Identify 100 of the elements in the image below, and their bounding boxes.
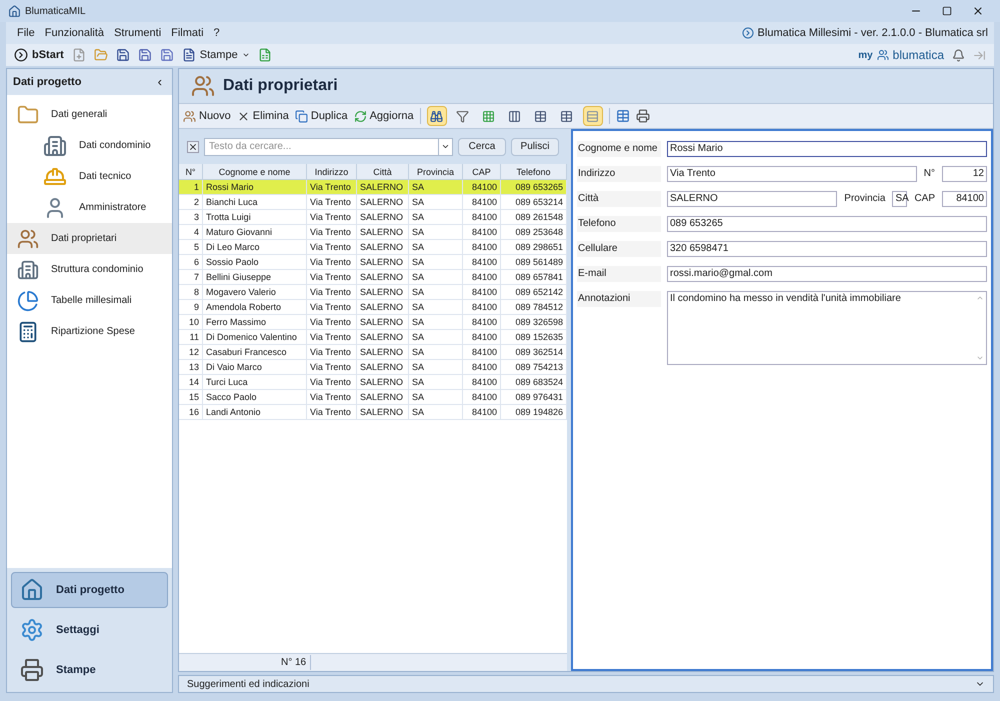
clear-icon[interactable]	[187, 140, 199, 152]
table-cell: 84100	[463, 300, 501, 314]
table-row[interactable]: 6 Sossio Paolo Via Trento SALERNO SA 84100 089 561489	[179, 255, 567, 270]
sidebar-item[interactable]: Dati tecnico	[7, 161, 172, 192]
maximize-icon[interactable]	[942, 6, 952, 16]
toolbar-button[interactable]: Duplica	[294, 108, 348, 124]
input-field[interactable]: rossi.mario@gmal.com	[667, 266, 987, 282]
cross-icon	[236, 110, 250, 122]
menu-item[interactable]: Strumenti	[109, 24, 166, 42]
table-cell: 3	[179, 210, 203, 224]
field-label: Città	[577, 191, 661, 207]
table-cell: 13	[179, 360, 203, 374]
sidebar-item[interactable]: Ripartizione Spese	[7, 316, 172, 347]
table-row[interactable]: 4 Maturo Giovanni Via Trento SALERNO SA 84100 089 253648	[179, 225, 567, 240]
input-field[interactable]: SA	[892, 191, 908, 207]
toolbar-button[interactable]: Nuovo	[183, 108, 231, 124]
toggle-button[interactable]	[426, 106, 447, 126]
table-row[interactable]: 9 Amendola Roberto Via Trento SALERNO SA 84100 089 784512	[179, 300, 567, 315]
input-field[interactable]: SALERNO	[667, 191, 838, 207]
close-icon[interactable]	[972, 5, 984, 17]
table-cell: Via Trento	[307, 180, 357, 194]
search-button[interactable]: Cerca	[458, 138, 506, 156]
table-cell: SA	[409, 405, 463, 419]
toolbar-button[interactable]: Aggiorna	[354, 108, 414, 124]
menu-item[interactable]: Filmati	[166, 24, 209, 42]
table-cell: 84100	[463, 375, 501, 389]
table-row[interactable]: 2 Bianchi Luca Via Trento SALERNO SA 84100 089 653214	[179, 195, 567, 210]
input-field[interactable]: 12	[942, 166, 987, 182]
table-cell: Via Trento	[307, 345, 357, 359]
table-row[interactable]: 12 Casaburi Francesco Via Trento SALERNO SA 84100 089 362514	[179, 345, 567, 360]
table-cell: 84100	[463, 180, 501, 194]
table-row[interactable]: 3 Trotta Luigi Via Trento SALERNO SA 84100 089 261548	[179, 210, 567, 225]
sidebar-item[interactable]: Dati proprietari	[7, 223, 172, 254]
table-cell: 089 362514	[501, 345, 567, 359]
table-cell: Rossi Mario	[203, 180, 307, 194]
sidebar-item[interactable]: Struttura condominio	[7, 254, 172, 285]
settings-icon	[20, 618, 44, 642]
column-header[interactable]: CAP	[463, 164, 501, 179]
toggle-button[interactable]	[582, 106, 603, 126]
table-row[interactable]: 15 Sacco Paolo Via Trento SALERNO SA 84100 089 976431	[179, 390, 567, 405]
table-cell: Bellini Giuseppe	[203, 270, 307, 284]
field-label: Cognome e nome	[577, 141, 661, 157]
table-cell: 7	[179, 270, 203, 284]
column-header[interactable]: Provincia	[409, 164, 463, 179]
sidebar-item[interactable]: Dati condominio	[7, 130, 172, 161]
sidebar-item[interactable]: Tabelle millesimali	[7, 285, 172, 316]
save-icon[interactable]	[160, 48, 174, 62]
table-row[interactable]: 1 Rossi Mario Via Trento SALERNO SA 84100 089 653265	[179, 180, 567, 195]
save-icon[interactable]	[116, 48, 130, 62]
toolbar-button[interactable]: Elimina	[236, 108, 289, 124]
input-field[interactable]: 84100	[942, 191, 987, 207]
brand-logo[interactable]: my blumatica	[858, 46, 944, 64]
hints-bar[interactable]: Suggerimenti ed indicazioni	[178, 675, 994, 693]
menu-item[interactable]: ?	[208, 24, 225, 42]
input-field[interactable]: Via Trento	[667, 166, 917, 182]
table-cell: 089 653214	[501, 195, 567, 209]
column-header[interactable]: Indirizzo	[307, 164, 357, 179]
input-field[interactable]: 320 6598471	[667, 241, 987, 257]
collapse-button[interactable]: ‹	[158, 72, 166, 92]
sidebar-item[interactable]: Dati generali	[7, 99, 172, 130]
spreadsheet-icon[interactable]	[258, 48, 272, 62]
input-field[interactable]: Rossi Mario	[667, 141, 987, 157]
table-cell: Via Trento	[307, 300, 357, 314]
start-button[interactable]: bStart	[14, 46, 64, 64]
search-button[interactable]: Pulisci	[511, 138, 559, 156]
save-icon[interactable]	[138, 48, 152, 62]
table-row[interactable]: 13 Di Vaio Marco Via Trento SALERNO SA 84100 089 754213	[179, 360, 567, 375]
table-row[interactable]: 10 Ferro Massimo Via Trento SALERNO SA 84100 089 326598	[179, 315, 567, 330]
table-cell: Sossio Paolo	[203, 255, 307, 269]
menu-item[interactable]: Funzionalità	[40, 24, 110, 42]
column-header[interactable]: Telefono	[501, 164, 567, 179]
sidebar-item[interactable]: Amministratore	[7, 192, 172, 223]
nav-button[interactable]: Settaggi	[11, 612, 168, 648]
table-cell: 089 652142	[501, 285, 567, 299]
table-cell: 089 976431	[501, 390, 567, 404]
table-row[interactable]: 8 Mogavero Valerio Via Trento SALERNO SA 84100 089 652142	[179, 285, 567, 300]
table-cell: SA	[409, 270, 463, 284]
table-cell: SA	[409, 180, 463, 194]
input-field[interactable]: 089 653265	[667, 216, 987, 232]
nav-button[interactable]: Dati progetto	[11, 572, 168, 608]
table-row[interactable]: 5 Di Leo Marco Via Trento SALERNO SA 84100 089 298651	[179, 240, 567, 255]
table-cell: Di Leo Marco	[203, 240, 307, 254]
table-row[interactable]: 14 Turci Luca Via Trento SALERNO SA 84100 089 683524	[179, 375, 567, 390]
export-icon[interactable]	[616, 109, 630, 123]
printer-icon[interactable]	[636, 109, 650, 123]
table-row[interactable]: 16 Landi Antonio Via Trento SALERNO SA 84100 089 194826	[179, 405, 567, 420]
table-row[interactable]: 11 Di Domenico Valentino Via Trento SALERNO SA 84100 089 152635	[179, 330, 567, 345]
table-cell: SA	[409, 390, 463, 404]
search-field[interactable]: Testo da cercare...	[204, 138, 439, 156]
print-menu-button[interactable]: Stampe	[182, 46, 250, 64]
table-cell: 84100	[463, 330, 501, 344]
column-header[interactable]: Città	[357, 164, 409, 179]
table-row[interactable]: 7 Bellini Giuseppe Via Trento SALERNO SA 84100 089 657841	[179, 270, 567, 285]
table-cell: Di Vaio Marco	[203, 360, 307, 374]
column-header[interactable]: N°	[179, 164, 203, 179]
column-header[interactable]: Cognome e nome	[203, 164, 307, 179]
nav-button[interactable]: Stampe	[11, 652, 168, 688]
menu-item[interactable]: File	[12, 24, 40, 42]
notification-icon[interactable]	[952, 48, 965, 62]
people-icon	[183, 110, 196, 122]
